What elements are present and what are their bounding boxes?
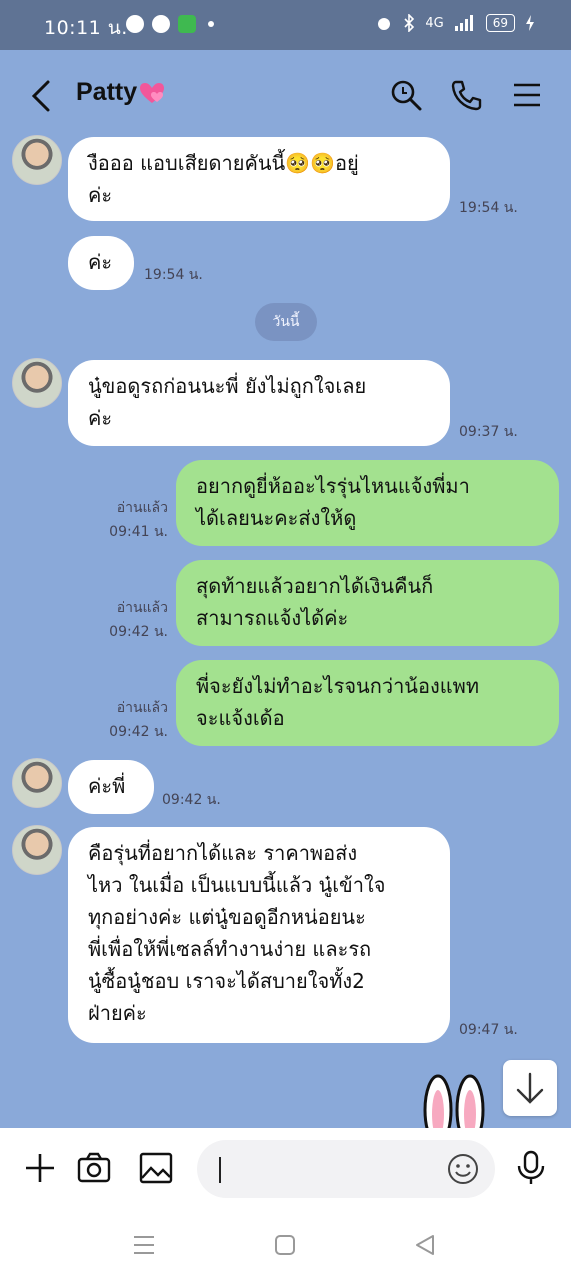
message-line: จะแจ้งเด้อ — [196, 706, 285, 730]
message-line: นู๋ขอดูรถก่อนนะพี่ ยังไม่ถูกใจเลย — [88, 374, 367, 398]
message-bubble-incoming[interactable]: งือออ แอบเสียดายคันนี้🥺🥺อยู่ ค่ะ — [68, 137, 450, 221]
message-bubble-incoming[interactable]: คือรุ่นที่อยากได้และ ราคาพอส่ง ไหว ในเมื… — [68, 827, 450, 1043]
message-line: ค่ะ — [88, 250, 113, 274]
message-line: ค่ะพี่ — [88, 774, 126, 798]
status-bar: 10:11 น. 4G 69 — [0, 0, 571, 50]
phone-icon[interactable] — [450, 78, 484, 112]
bunny-sticker-icon — [423, 1074, 485, 1130]
bluetooth-icon — [404, 14, 415, 32]
emoji-icon[interactable] — [447, 1153, 479, 1185]
message-input[interactable] — [197, 1140, 495, 1198]
more-notifications-icon — [208, 21, 214, 27]
network-label: 4G — [425, 15, 444, 31]
message-time: 19:54 น. — [144, 267, 203, 283]
message-time: 09:37 น. — [459, 424, 518, 440]
message-bubble-incoming[interactable]: ค่ะพี่ — [68, 760, 154, 814]
system-nav-bar — [0, 1210, 571, 1280]
recent-apps-icon[interactable] — [132, 1234, 156, 1256]
message-time: 19:54 น. — [459, 200, 518, 216]
message-bubble-outgoing[interactable]: พี่จะยังไม่ทำอะไรจนกว่าน้องแพท จะแจ้งเด้… — [176, 660, 559, 746]
message-bubble-incoming[interactable]: ค่ะ — [68, 236, 134, 290]
read-receipt: อ่านแล้ว — [116, 500, 168, 516]
chat-title[interactable]: Patty — [76, 78, 165, 107]
scroll-down-button[interactable] — [503, 1060, 557, 1116]
message-line: ค่ะ — [88, 183, 113, 207]
message-bubble-outgoing[interactable]: สุดท้ายแล้วอยากได้เงินคืนก็ สามารถแจ้งได… — [176, 560, 559, 646]
menu-icon[interactable] — [510, 78, 544, 112]
avatar[interactable] — [12, 825, 62, 875]
message-line: พี่เพื่อให้พี่เซลล์ทำงานง่าย และรถ — [88, 937, 372, 961]
message-line: ค่ะ — [88, 406, 113, 430]
messenger-icon — [126, 15, 144, 33]
message-time: 09:42 น. — [109, 724, 168, 740]
status-time: 10:11 น. — [44, 17, 128, 39]
message-line: อยากดูยี่ห้ออะไรรุ่นไหนแจ้งพี่มา — [196, 474, 470, 498]
message-line: สุดท้ายแล้วอยากได้เงินคืนก็ — [196, 574, 434, 598]
avatar[interactable] — [12, 758, 62, 808]
mic-icon[interactable] — [513, 1150, 549, 1186]
search-icon[interactable] — [389, 78, 423, 112]
message-line: นู๋ซื้อนู๋ชอบ เราจะได้สบายใจทั้ง2 — [88, 969, 365, 993]
text-caret — [219, 1157, 221, 1183]
message-line: ไหว ในเมื่อ เป็นแบบนี้แล้ว นู๋เข้าใจ — [88, 873, 386, 897]
scroll-down-icon — [516, 1072, 544, 1104]
message-line: คือรุ่นที่อยากได้และ ราคาพอส่ง — [88, 841, 358, 865]
nav-back-icon[interactable] — [414, 1234, 436, 1256]
avatar[interactable] — [12, 135, 62, 185]
chat-app-icon — [178, 15, 196, 33]
plus-icon[interactable] — [22, 1150, 58, 1186]
avatar[interactable] — [12, 358, 62, 408]
battery-level: 69 — [485, 14, 515, 32]
alarm-icon — [378, 18, 391, 30]
message-time: 09:42 น. — [109, 624, 168, 640]
line-notification-icon — [152, 15, 170, 33]
camera-icon[interactable] — [76, 1150, 112, 1186]
system-icons: 4G 69 — [375, 14, 535, 32]
message-bubble-outgoing[interactable]: อยากดูยี่ห้ออะไรรุ่นไหนแจ้งพี่มา ได้เลยน… — [176, 460, 559, 546]
image-icon[interactable] — [138, 1150, 174, 1186]
message-time: 09:41 น. — [109, 524, 168, 540]
message-line: ได้เลยนะคะส่งให้ดู — [196, 506, 357, 530]
message-line: พี่จะยังไม่ทำอะไรจนกว่าน้องแพท — [196, 674, 480, 698]
message-bubble-incoming[interactable]: นู๋ขอดูรถก่อนนะพี่ ยังไม่ถูกใจเลย ค่ะ — [68, 360, 450, 446]
heart-icon — [140, 83, 165, 104]
message-time: 09:42 น. — [162, 792, 221, 808]
chat-header: Patty — [0, 50, 571, 140]
notification-icons — [126, 15, 214, 33]
read-receipt: อ่านแล้ว — [116, 600, 168, 616]
message-time: 09:47 น. — [459, 1022, 518, 1038]
read-receipt: อ่านแล้ว — [116, 700, 168, 716]
contact-name: Patty — [76, 78, 138, 106]
charging-icon — [526, 15, 534, 31]
date-divider: วันนี้ — [255, 303, 317, 341]
home-icon[interactable] — [274, 1234, 296, 1256]
message-input-bar — [0, 1128, 571, 1210]
message-line: งือออ แอบเสียดายคันนี้🥺🥺อยู่ — [88, 151, 359, 175]
back-icon[interactable] — [28, 78, 58, 114]
message-line: สามารถแจ้งได้ค่ะ — [196, 606, 349, 630]
message-line: ทุกอย่างค่ะ แต่นู๋ขอดูอีกหน่อยนะ — [88, 905, 366, 929]
message-line: ฝ่ายค่ะ — [88, 1001, 147, 1025]
signal-icon — [454, 15, 473, 31]
